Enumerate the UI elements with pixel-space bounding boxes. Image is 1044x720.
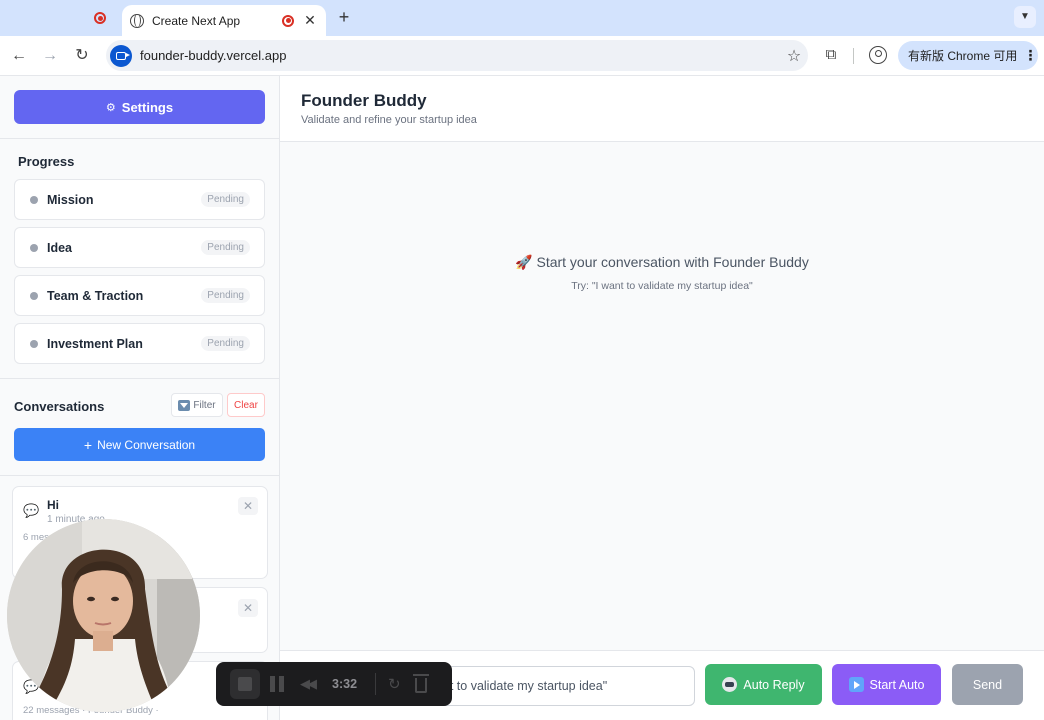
page-subtitle: Validate and refine your startup idea [301,114,477,126]
bookmark-star-icon[interactable]: ☆ [780,46,808,66]
filter-icon [178,399,191,411]
new-conversation-button[interactable]: + New Conversation [14,428,265,461]
send-button[interactable]: Send [952,664,1023,705]
address-bar[interactable]: founder-buddy.vercel.app ☆ [106,40,808,71]
delete-conversation-icon[interactable]: ✕ [238,497,258,515]
stop-recording-icon[interactable] [230,669,260,699]
browser-tab-recording[interactable] [82,6,118,30]
browser-tab-strip: Create Next App ✕ + ▼ [0,0,1044,36]
divider [375,673,377,695]
webcam-overlay[interactable] [7,519,200,712]
progress-item-label: Mission [47,192,94,207]
progress-item-label: Idea [47,240,73,255]
status-dot-icon [30,291,38,300]
pause-icon[interactable] [270,676,284,692]
gear-icon: ⚙ [105,101,116,114]
filter-label: Filter [193,399,216,411]
recording-indicator-icon [94,12,106,24]
presenter-video-image [7,519,200,712]
progress-heading: Progress [18,154,75,169]
progress-item-label: Team & Traction [47,288,144,303]
globe-icon [130,13,144,28]
extensions-puzzle-icon[interactable]: ⧉ [822,46,840,64]
status-dot-icon [30,195,38,204]
status-badge: Pending [201,336,250,351]
divider [0,475,279,476]
screen-recorder-controls: ◀◀ 3:32 ↻ [216,662,452,706]
filter-button[interactable]: Filter [171,393,223,417]
restart-icon[interactable]: ↻ [388,675,401,693]
start-auto-label: Start Auto [869,677,925,692]
browser-tab-active[interactable]: Create Next App ✕ [122,5,326,36]
empty-state-title: 🚀 Start your conversation with Founder B… [515,254,809,270]
progress-item-idea[interactable]: Idea Pending [14,227,265,268]
clear-button[interactable]: Clear [227,393,265,417]
screen-recorder-site-icon[interactable] [110,44,132,67]
status-badge: Pending [201,192,250,207]
plus-icon: + [83,436,93,453]
settings-button[interactable]: ⚙ Settings [14,90,265,124]
status-badge: Pending [201,240,250,255]
tab-close-icon[interactable]: ✕ [302,12,318,29]
tab-title: Create Next App [152,13,241,28]
recording-timer: 3:32 [332,677,358,691]
reload-icon[interactable]: ↻ [70,44,94,68]
chat-header: Founder Buddy Validate and refine your s… [280,76,1044,142]
profile-icon[interactable] [869,46,887,64]
chrome-update-button[interactable]: 有新版 Chrome 可用 ⋮ [898,41,1038,70]
empty-state-hint: Try: "I want to validate my startup idea… [571,280,753,292]
tab-search-chevron-icon[interactable]: ▼ [1014,6,1036,28]
auto-reply-button[interactable]: Auto Reply [705,664,822,705]
trash-icon[interactable] [412,674,429,693]
chat-panel: Founder Buddy Validate and refine your s… [280,76,1044,720]
divider [0,378,279,379]
delete-conversation-icon[interactable]: ✕ [238,599,258,617]
progress-item-team-traction[interactable]: Team & Traction Pending [14,275,265,316]
more-menu-icon[interactable]: ⋮ [1023,47,1037,64]
url-text[interactable]: founder-buddy.vercel.app [140,48,780,63]
recording-indicator-icon [282,14,294,27]
chrome-update-label: 有新版 Chrome 可用 [908,49,1018,63]
progress-item-mission[interactable]: Mission Pending [14,179,265,220]
page-title: Founder Buddy [301,91,427,110]
conversation-name: Hi [47,498,59,512]
browser-toolbar: ← → ↻ founder-buddy.vercel.app ☆ ⧉ 有新版 C… [0,36,1044,76]
status-dot-icon [30,339,38,348]
progress-item-label: Investment Plan [47,336,143,351]
settings-label: Settings [121,99,174,115]
status-dot-icon [30,243,38,252]
forward-arrow-icon[interactable]: → [38,44,62,68]
play-icon [848,677,864,692]
divider [0,138,279,139]
auto-reply-label: Auto Reply [743,677,805,692]
rewind-icon[interactable]: ◀◀ [300,676,317,692]
toolbar-divider [853,48,854,64]
new-tab-button[interactable]: + [334,6,354,28]
back-arrow-icon[interactable]: ← [7,44,31,68]
conversations-heading: Conversations [14,399,105,414]
progress-item-investment-plan[interactable]: Investment Plan Pending [14,323,265,364]
start-auto-button[interactable]: Start Auto [832,664,941,705]
new-conversation-label: New Conversation [97,437,196,452]
robot-icon [722,677,738,692]
chat-bubble-icon: 💬 [23,503,40,518]
status-badge: Pending [201,288,250,303]
